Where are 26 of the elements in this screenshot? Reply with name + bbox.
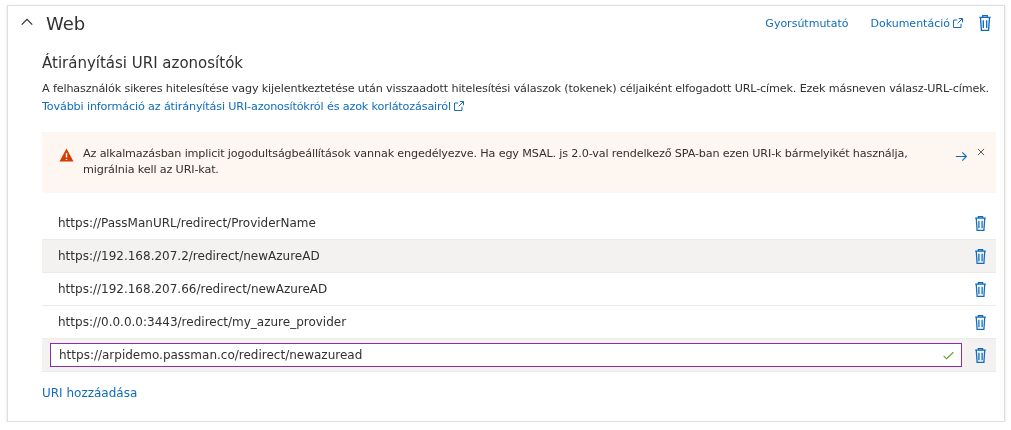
external-link-icon [452, 100, 465, 112]
header-link[interactable]: Dokumentáció [870, 16, 964, 30]
delete-icon[interactable] [972, 312, 989, 332]
description-text: A felhasználók sikeres hitelesítése vagy kijelentkeztetése után visszaadott hitelesítési válaszok (tokenek) céljaiként elfogadott URL-címek. Ezek másneven válasz-URL-címek. További információ az átirányítási URI-azonosítókról és azok korlátozásairól [42, 81, 990, 115]
uri-row[interactable]: https://192.168.207.2/redirect/newAzureAD [42, 240, 996, 273]
uri-row[interactable]: https://arpidemo.passman.co/redirect/newazuread [42, 339, 996, 372]
delete-icon[interactable] [972, 345, 989, 365]
delete-icon[interactable] [972, 246, 989, 266]
uri-text: https://0.0.0.0:3443/redirect/my_azure_provider [58, 315, 348, 329]
add-uri-link[interactable]: URI hozzáadása [42, 386, 138, 400]
warning-text: Az alkalmazásban implicit jogodultságbeállítások vannak engedélyezve. Ha egy MSAL. js 2.0-val rendelkező SPA-ban ezen URI-k bármelyikét használja, migrálnia kell az URI-kat. [83, 146, 909, 178]
external-link-icon [952, 17, 964, 29]
uri-text: https://PassManURL/redirect/ProviderName [58, 216, 317, 230]
header-link[interactable]: Gyorsútmutató [765, 16, 849, 30]
section-heading: Átirányítási URI azonosítók [42, 54, 245, 72]
section-title: Web [46, 12, 86, 34]
arrow-right-icon[interactable] [955, 150, 968, 163]
uri-text: https://192.168.207.66/redirect/newAzureAD [58, 282, 329, 296]
delete-icon[interactable] [976, 13, 994, 33]
delete-icon[interactable] [972, 213, 989, 233]
uri-text: https://192.168.207.2/redirect/newAzureAD [58, 249, 321, 263]
learn-more-link[interactable]: További információ az átirányítási URI-azonosítókról és azok korlátozásairól [42, 100, 465, 113]
warning-icon [58, 147, 75, 163]
uri-field[interactable]: https://arpidemo.passman.co/redirect/newazuread [50, 343, 962, 367]
delete-icon[interactable] [972, 279, 989, 299]
close-icon[interactable] [976, 147, 986, 157]
